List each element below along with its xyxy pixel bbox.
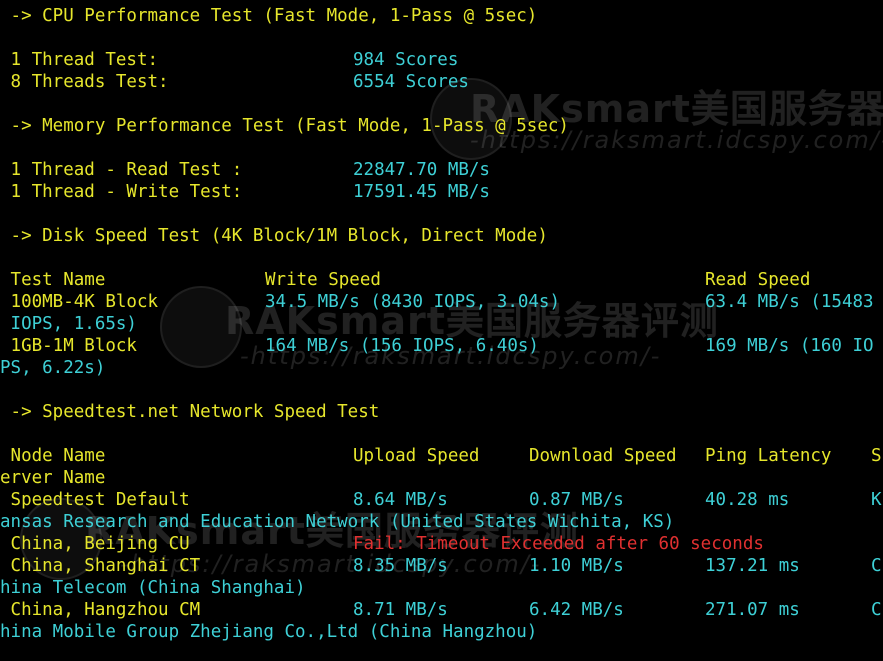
cpu-row-value: 6554 Scores <box>353 72 469 92</box>
network-row-ping: 40.28 ms <box>705 490 790 510</box>
network-row-download: 6.42 MB/s <box>529 600 624 620</box>
network-row-error: Fail: Timeout Exceeded after 60 seconds <box>353 534 764 554</box>
network-table-row: China, Beijing CU Fail: Timeout Exceeded… <box>0 533 883 555</box>
network-row-server-wrap: hina Mobile Group Zhejiang Co.,Ltd (Chin… <box>0 622 538 642</box>
network-row-server: K <box>871 490 882 510</box>
network-row-node: China, Hangzhou CM <box>0 600 201 620</box>
network-row-node: China, Shanghai CT <box>0 556 201 576</box>
network-table-row: China, Hangzhou CM 8.71 MB/s 6.42 MB/s 2… <box>0 599 883 621</box>
network-row-node: China, Beijing CU <box>0 534 190 554</box>
disk-table-row: 100MB-4K Block 34.5 MB/s (8430 IOPS, 3.0… <box>0 291 883 313</box>
memory-test-header: -> Memory Performance Test (Fast Mode, 1… <box>0 116 569 136</box>
cpu-result-row: 1 Thread Test: 984 Scores <box>0 49 883 71</box>
disk-col-test-name: Test Name <box>0 270 106 290</box>
network-table-header: Node Name Upload Speed Download Speed Pi… <box>0 445 883 467</box>
cpu-test-header: -> CPU Performance Test (Fast Mode, 1-Pa… <box>0 6 538 26</box>
network-row-ping: 271.07 ms <box>705 600 800 620</box>
cpu-row-label: 1 Thread Test: <box>0 50 159 70</box>
network-row-download: 1.10 MB/s <box>529 556 624 576</box>
disk-test-header: -> Disk Speed Test (4K Block/1M Block, D… <box>0 226 548 246</box>
network-col-server-wrap: erver Name <box>0 468 106 488</box>
disk-row-wrap: PS, 6.22s) <box>0 358 106 378</box>
network-row-server-wrap: ansas Research and Education Network (Un… <box>0 512 675 532</box>
network-row-node: Speedtest Default <box>0 490 190 510</box>
disk-row-write: 34.5 MB/s (8430 IOPS, 3.04s) <box>265 292 561 312</box>
memory-row-value: 17591.45 MB/s <box>353 182 490 202</box>
disk-row-read: 169 MB/s (160 IO <box>705 336 874 356</box>
disk-table-row: 1GB-1M Block 164 MB/s (156 IOPS, 6.40s) … <box>0 335 883 357</box>
network-test-header: -> Speedtest.net Network Speed Test <box>0 402 380 422</box>
network-col-server: S <box>871 446 882 466</box>
network-table-row: China, Shanghai CT 8.35 MB/s 1.10 MB/s 1… <box>0 555 883 577</box>
memory-row-value: 22847.70 MB/s <box>353 160 490 180</box>
network-row-server: C <box>871 600 882 620</box>
network-row-upload: 8.71 MB/s <box>353 600 448 620</box>
network-row-upload: 8.35 MB/s <box>353 556 448 576</box>
memory-result-row: 1 Thread - Read Test : 22847.70 MB/s <box>0 159 883 181</box>
network-row-ping: 137.21 ms <box>705 556 800 576</box>
network-row-upload: 8.64 MB/s <box>353 490 448 510</box>
disk-row-name: 1GB-1M Block <box>0 336 137 356</box>
cpu-row-label: 8 Threads Test: <box>0 72 169 92</box>
disk-row-read: 63.4 MB/s (15483 <box>705 292 874 312</box>
network-col-node-name: Node Name <box>0 446 106 466</box>
disk-table-header: Test Name Write Speed Read Speed <box>0 269 883 291</box>
cpu-row-value: 984 Scores <box>353 50 459 70</box>
disk-row-write: 164 MB/s (156 IOPS, 6.40s) <box>265 336 539 356</box>
memory-row-label: 1 Thread - Read Test : <box>0 160 243 180</box>
disk-col-read-speed: Read Speed <box>705 270 811 290</box>
cpu-result-row: 8 Threads Test: 6554 Scores <box>0 71 883 93</box>
memory-row-label: 1 Thread - Write Test: <box>0 182 243 202</box>
network-row-server: C <box>871 556 882 576</box>
memory-result-row: 1 Thread - Write Test: 17591.45 MB/s <box>0 181 883 203</box>
network-table-row: Speedtest Default 8.64 MB/s 0.87 MB/s 40… <box>0 489 883 511</box>
network-col-ping: Ping Latency <box>705 446 832 466</box>
network-col-download: Download Speed <box>529 446 677 466</box>
network-row-download: 0.87 MB/s <box>529 490 624 510</box>
network-col-upload: Upload Speed <box>353 446 480 466</box>
disk-row-wrap: IOPS, 1.65s) <box>0 314 137 334</box>
terminal-window: RAKsmart美国服务器评测 -https://raksmart.idcspy… <box>0 0 883 661</box>
disk-col-write-speed: Write Speed <box>265 270 381 290</box>
disk-row-name: 100MB-4K Block <box>0 292 159 312</box>
network-row-server-wrap: hina Telecom (China Shanghai) <box>0 578 306 598</box>
